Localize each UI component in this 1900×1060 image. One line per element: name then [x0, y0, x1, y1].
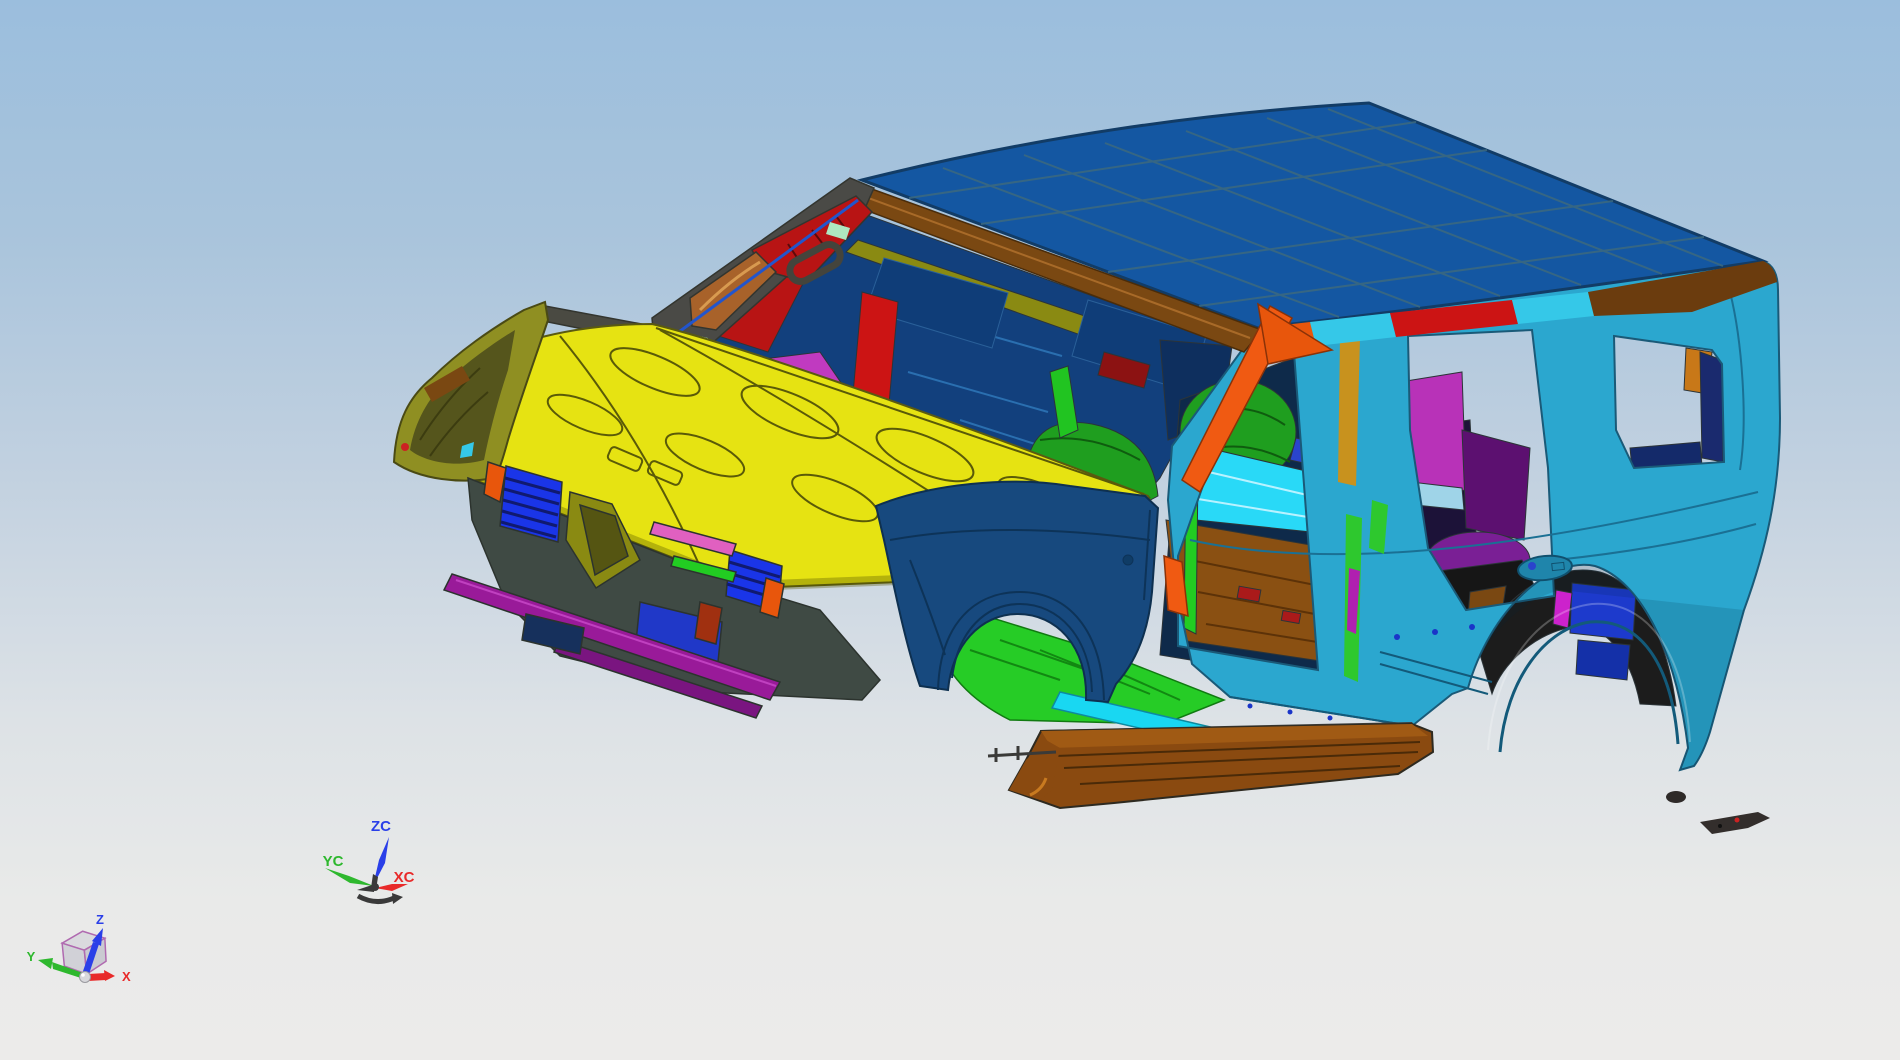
door-handle-grip [1552, 562, 1565, 570]
wcs-rotate-handle-tip[interactable] [392, 893, 403, 904]
view-x-label: X [122, 969, 131, 984]
small-bracket-part[interactable] [1666, 791, 1686, 803]
view-origin-highlight [81, 973, 85, 977]
wcs-x-label: XC [394, 869, 415, 886]
fender-hole [1123, 555, 1133, 565]
view-y-label: Y [27, 949, 36, 964]
rear-wheelhouse-blue-box-2[interactable] [1576, 640, 1630, 680]
left-fender-red-dot [401, 443, 409, 451]
floating-parts[interactable] [1666, 791, 1770, 834]
wcs-rotate-handle[interactable] [358, 896, 394, 902]
rocker-sill-assembly[interactable] [988, 722, 1433, 808]
wcs-z-label: ZC [371, 818, 391, 835]
small-part-dark-dot [1718, 824, 1722, 828]
wcs-triad[interactable]: ZC YC XC [323, 818, 415, 904]
wcs-y-axis-arrow[interactable] [325, 868, 374, 886]
small-part-red-dot [1734, 817, 1740, 823]
view-triad[interactable]: Z Y X [27, 912, 131, 984]
view-z-label: Z [96, 912, 104, 927]
dpillar-inner-navy[interactable] [1700, 352, 1723, 462]
door-handle-dot [1528, 562, 1536, 570]
quarter-trim-purple-panel[interactable] [1462, 430, 1530, 540]
wcs-origin[interactable] [371, 883, 379, 891]
view-x-arrowhead [104, 970, 115, 981]
viewport-canvas[interactable]: ZC YC XC Z Y X [0, 0, 1900, 1060]
small-rail-part[interactable] [1700, 812, 1770, 834]
view-y-arrowhead [38, 958, 53, 969]
view-origin-sphere[interactable] [80, 972, 91, 983]
wcs-y-label: YC [323, 853, 344, 870]
